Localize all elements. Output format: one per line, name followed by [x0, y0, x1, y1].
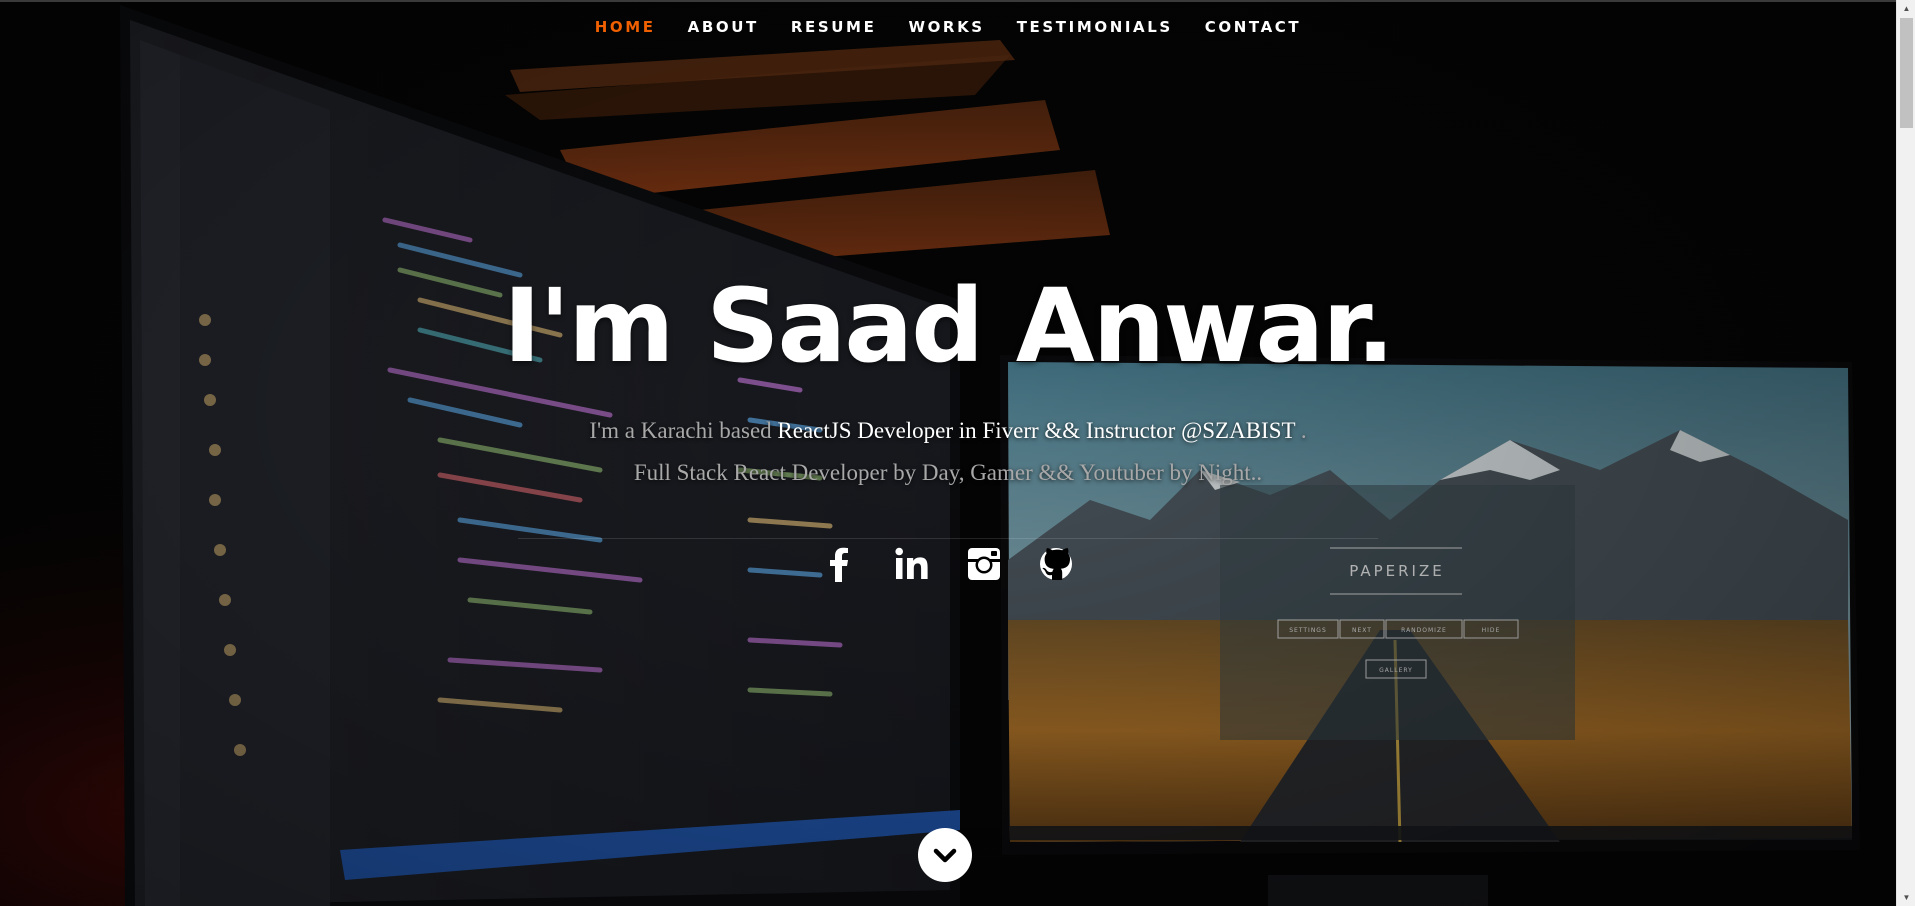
nav-item-about: ABOUT [688, 18, 759, 37]
facebook-icon [830, 547, 848, 582]
intro-prefix: I'm a Karachi based [589, 418, 772, 443]
nav-item-resume: RESUME [791, 18, 877, 37]
linkedin-icon [895, 547, 928, 579]
nav-link-contact[interactable]: CONTACT [1205, 18, 1301, 36]
instagram-icon [968, 548, 1000, 580]
hero-heading: I'm Saad Anwar. [503, 267, 1395, 386]
nav-link-works[interactable]: WORKS [908, 18, 984, 36]
page: PAPERIZE SETTINGS NEXT RANDOMIZE HIDE GA… [0, 0, 1915, 906]
banner: I'm Saad Anwar. I'm a Karachi based Reac… [0, 262, 1896, 539]
intro-highlight: ReactJS Developer in Fiverr && Instructo… [777, 418, 1296, 443]
chevron-down-icon [933, 848, 957, 863]
scroll-up-arrow-icon[interactable]: ▲ [1897, 0, 1915, 17]
nav-link-home[interactable]: HOME [595, 18, 656, 36]
hero-intro: I'm a Karachi based ReactJS Developer in… [498, 410, 1398, 494]
facebook-link[interactable] [822, 545, 858, 583]
nav-item-home: HOME [595, 18, 656, 37]
github-icon [1040, 548, 1072, 580]
nav-item-contact: CONTACT [1205, 18, 1301, 37]
window-top-border [0, 0, 1915, 2]
nav-link-resume[interactable]: RESUME [791, 18, 877, 36]
scroll-down-button[interactable] [918, 828, 972, 882]
nav-item-works: WORKS [908, 18, 984, 37]
nav-item-testimonials: TESTIMONIALS [1017, 18, 1173, 37]
hero-tagline: Full Stack React Developer by Day, Gamer… [633, 460, 1263, 485]
scrollbar-thumb[interactable] [1900, 18, 1913, 128]
nav-link-testimonials[interactable]: TESTIMONIALS [1017, 18, 1173, 36]
social-links [0, 545, 1896, 583]
nav-link-about[interactable]: ABOUT [688, 18, 759, 36]
scroll-down-arrow-icon[interactable]: ▼ [1897, 889, 1915, 906]
linkedin-link[interactable] [894, 545, 930, 583]
nav-list: HOME ABOUT RESUME WORKS TESTIMONIALS CON… [579, 18, 1317, 37]
main-nav: HOME ABOUT RESUME WORKS TESTIMONIALS CON… [0, 18, 1896, 37]
intro-suffix: . [1300, 418, 1307, 443]
instagram-link[interactable] [966, 545, 1002, 583]
hero-section: PAPERIZE SETTINGS NEXT RANDOMIZE HIDE GA… [0, 0, 1896, 906]
banner-divider [518, 538, 1378, 539]
github-link[interactable] [1038, 545, 1074, 583]
page-scrollbar[interactable]: ▲ ▼ [1896, 0, 1915, 906]
